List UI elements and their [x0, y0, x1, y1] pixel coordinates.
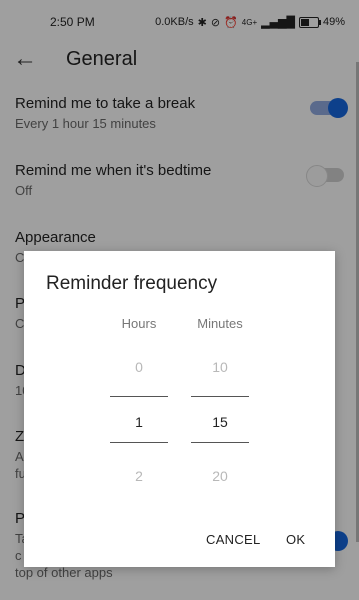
- settings-page: 2:50 PM 0.0KB/s ✱ ⊘ ⏰ 4G+ ▂▄▆█ 49% ← Gen…: [0, 0, 359, 600]
- divider: [191, 442, 249, 443]
- hours-next[interactable]: 2: [110, 468, 168, 484]
- divider: [110, 442, 168, 443]
- divider: [110, 396, 168, 397]
- hours-selected[interactable]: 1: [110, 414, 168, 430]
- minutes-selected[interactable]: 15: [191, 414, 249, 430]
- divider: [191, 396, 249, 397]
- hours-prev[interactable]: 0: [110, 359, 168, 375]
- minutes-next[interactable]: 20: [191, 468, 249, 484]
- reminder-frequency-dialog: Reminder frequency Hours 0 1 2 Minutes 1…: [24, 251, 335, 567]
- ok-button[interactable]: OK: [278, 526, 313, 553]
- cancel-button[interactable]: CANCEL: [198, 526, 269, 553]
- hours-picker[interactable]: Hours 0 1 2: [110, 251, 168, 511]
- minutes-picker[interactable]: Minutes 10 15 20: [191, 251, 249, 511]
- minutes-prev[interactable]: 10: [191, 359, 249, 375]
- minutes-label: Minutes: [197, 316, 243, 331]
- hours-label: Hours: [121, 316, 157, 331]
